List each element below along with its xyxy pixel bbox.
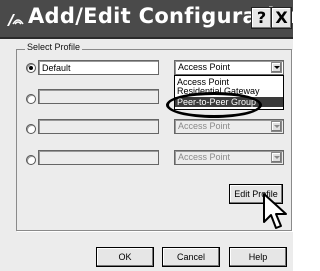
help-button[interactable]: Help bbox=[229, 247, 287, 267]
wireless-icon bbox=[7, 14, 24, 26]
help-title-button[interactable]: ? bbox=[251, 7, 272, 29]
highlight-ellipse bbox=[166, 92, 262, 118]
profile-name-field-2[interactable] bbox=[38, 89, 159, 104]
chevron-down-icon[interactable] bbox=[271, 152, 282, 163]
profile-radio-4[interactable] bbox=[26, 155, 36, 165]
profile-radio-2[interactable] bbox=[26, 94, 36, 104]
profile-radio-3[interactable] bbox=[26, 124, 36, 134]
ok-button[interactable]: OK bbox=[96, 247, 154, 267]
chevron-down-icon[interactable] bbox=[271, 121, 282, 132]
profile-type-select-4[interactable]: Access Point bbox=[174, 150, 284, 165]
mouse-pointer-icon bbox=[263, 193, 287, 229]
profile-name-field-3[interactable] bbox=[38, 119, 159, 134]
add-edit-configuration-dialog: Add/Edit Configuration ... ? X Select Pr… bbox=[0, 0, 293, 271]
profile-type-select-1[interactable]: Access Point bbox=[174, 60, 284, 75]
profile-type-value-3: Access Point bbox=[178, 121, 231, 131]
profile-radio-1[interactable] bbox=[26, 63, 36, 73]
title-bar[interactable]: Add/Edit Configuration ... ? X bbox=[0, 0, 293, 39]
profile-name-field-1[interactable]: Default bbox=[38, 60, 159, 75]
group-label: Select Profile bbox=[25, 42, 83, 52]
profile-type-select-3[interactable]: Access Point bbox=[174, 119, 284, 134]
cancel-button[interactable]: Cancel bbox=[162, 247, 220, 267]
close-button[interactable]: X bbox=[271, 7, 292, 29]
profile-type-value-4: Access Point bbox=[178, 152, 231, 162]
profile-name-field-4[interactable] bbox=[38, 150, 159, 165]
chevron-down-icon[interactable] bbox=[271, 62, 282, 73]
profile-type-value-1: Access Point bbox=[178, 62, 231, 72]
